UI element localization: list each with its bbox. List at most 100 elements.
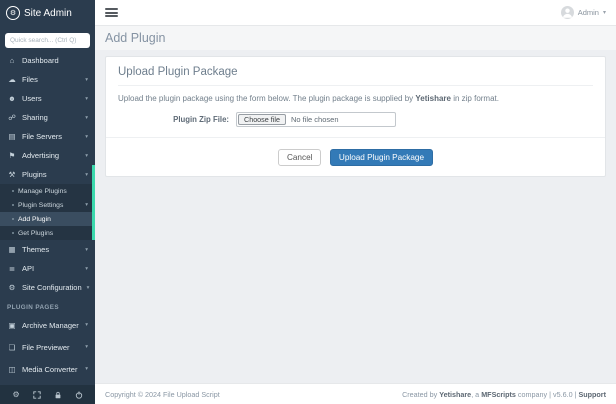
footer-divider: | <box>575 390 577 399</box>
chevron-down-icon: ▾ <box>85 344 88 350</box>
card-description: Upload the plugin package using the form… <box>118 94 593 103</box>
sidebar-item-media-converter[interactable]: ◫ Media Converter ▾ <box>0 358 95 380</box>
main-area: Admin ▾ Add Plugin Upload Plugin Package… <box>95 0 616 404</box>
image-icon: ▦ <box>7 245 17 254</box>
sidebar-item-files[interactable]: ☁ Files ▾ <box>0 70 95 89</box>
lock-button[interactable] <box>54 391 62 399</box>
file-icon: ❏ <box>7 343 17 352</box>
sidebar-item-advertising[interactable]: ⚑ Advertising ▾ <box>0 146 95 165</box>
bullet-icon <box>12 218 14 220</box>
cancel-button[interactable]: Cancel <box>278 149 322 166</box>
quick-search-input[interactable] <box>5 33 90 48</box>
sidebar-footer: ⚙ <box>0 385 95 404</box>
chevron-down-icon: ▾ <box>85 247 88 253</box>
sidebar-item-label: Themes <box>22 245 49 254</box>
footer-copyright: Copyright © 2024 File Upload Script <box>105 390 220 399</box>
cogs-icon: ⚙ <box>6 6 20 20</box>
sidebar-item-file-previewer[interactable]: ❏ File Previewer ▾ <box>0 336 95 358</box>
film-icon: ◫ <box>7 365 17 374</box>
user-name: Admin <box>578 8 599 17</box>
sidebar-item-label: Plugins <box>22 170 47 179</box>
chevron-down-icon: ▾ <box>85 115 88 121</box>
plugin-zip-file-input[interactable]: Choose file No file chosen <box>236 112 396 127</box>
plugin-pages-group: ▣ Archive Manager ▾ ❏ File Previewer ▾ ◫… <box>0 314 95 380</box>
settings-gear-button[interactable]: ⚙ <box>12 390 19 399</box>
sidebar-subitem-plugin-settings[interactable]: Plugin Settings ▾ <box>0 198 95 212</box>
caret-down-icon: ▾ <box>603 9 606 16</box>
power-button[interactable] <box>75 391 83 399</box>
sidebar-item-label: Dashboard <box>22 56 59 65</box>
quick-search <box>0 26 95 51</box>
menu-toggle-button[interactable] <box>105 6 118 18</box>
footer-divider: | <box>549 390 551 399</box>
expand-icon <box>33 391 41 399</box>
chevron-down-icon: ▾ <box>85 322 88 328</box>
sidebar-item-label: File Servers <box>22 132 62 141</box>
sidebar: ⚙ Site Admin ⌂ Dashboard ☁ Files ▾ ☻ Use… <box>0 0 95 404</box>
chevron-down-icon: ▾ <box>85 202 88 208</box>
sidebar-item-site-configuration[interactable]: ⚙ Site Configuration ▾ <box>0 278 95 297</box>
hamburger-icon <box>105 8 118 10</box>
power-icon <box>75 391 83 399</box>
cloud-icon: ☁ <box>7 75 17 84</box>
sidebar-item-label: Files <box>22 75 38 84</box>
sidebar-item-dashboard[interactable]: ⌂ Dashboard <box>0 51 95 70</box>
sidebar-subitem-get-plugins[interactable]: Get Plugins <box>0 226 95 240</box>
sidebar-subitem-add-plugin[interactable]: Add Plugin <box>0 212 95 226</box>
plugin-zip-form-row: Plugin Zip File: Choose file No file cho… <box>118 112 593 127</box>
page-title-band: Add Plugin <box>95 26 616 50</box>
form-actions: Cancel Upload Plugin Package <box>118 147 593 166</box>
plugins-submenu: Manage Plugins Plugin Settings ▾ Add Plu… <box>0 184 95 240</box>
sidebar-item-label: API <box>22 264 34 273</box>
tools-icon: ⚒ <box>7 170 17 179</box>
sidebar-item-label: Advertising <box>22 151 59 160</box>
version-text: v5.6.0 <box>553 390 573 399</box>
chevron-down-icon: ▾ <box>85 77 88 83</box>
choose-file-button[interactable]: Choose file <box>238 114 286 125</box>
mfscripts-link[interactable]: MFScripts <box>481 390 516 399</box>
chevron-down-icon: ▾ <box>85 172 88 178</box>
stack-icon: ≣ <box>7 264 17 273</box>
archive-icon: ▣ <box>7 321 17 330</box>
subitem-label: Get Plugins <box>18 230 53 237</box>
sidebar-item-label: Sharing <box>22 113 48 122</box>
footer-credits: Created by Yetishare, a MFScripts compan… <box>402 390 606 399</box>
megaphone-icon: ⚑ <box>7 151 17 160</box>
sidebar-item-plugins[interactable]: ⚒ Plugins ▾ <box>0 165 95 184</box>
user-menu[interactable]: Admin ▾ <box>561 6 606 19</box>
fullscreen-button[interactable] <box>33 391 41 399</box>
content: Upload Plugin Package Upload the plugin … <box>95 50 616 383</box>
home-icon: ⌂ <box>7 56 17 65</box>
chevron-down-icon: ▾ <box>85 266 88 272</box>
upload-plugin-card: Upload Plugin Package Upload the plugin … <box>105 56 606 177</box>
sidebar-item-label: Media Converter <box>22 365 77 374</box>
chevron-down-icon: ▾ <box>87 285 90 291</box>
gear-icon: ⚙ <box>12 390 19 399</box>
upload-plugin-button[interactable]: Upload Plugin Package <box>330 149 433 166</box>
support-link[interactable]: Support <box>578 390 606 399</box>
plugin-zip-label: Plugin Zip File: <box>118 115 236 124</box>
brand[interactable]: ⚙ Site Admin <box>0 0 95 26</box>
topbar: Admin ▾ <box>95 0 616 26</box>
sidebar-item-label: Archive Manager <box>22 321 79 330</box>
gear-icon: ⚙ <box>7 283 17 292</box>
yetishare-name: Yetishare <box>415 94 451 103</box>
sidebar-item-users[interactable]: ☻ Users ▾ <box>0 89 95 108</box>
page-title: Add Plugin <box>105 31 165 45</box>
sidebar-item-archive-manager[interactable]: ▣ Archive Manager ▾ <box>0 314 95 336</box>
chevron-down-icon: ▾ <box>85 366 88 372</box>
sidebar-item-api[interactable]: ≣ API ▾ <box>0 259 95 278</box>
share-icon: ☍ <box>7 113 17 122</box>
sidebar-item-file-servers[interactable]: ▤ File Servers ▾ <box>0 127 95 146</box>
sidebar-subitem-manage-plugins[interactable]: Manage Plugins <box>0 184 95 198</box>
subitem-label: Add Plugin <box>18 216 51 223</box>
footer: Copyright © 2024 File Upload Script Crea… <box>95 383 616 404</box>
yetishare-link[interactable]: Yetishare <box>439 390 471 399</box>
subitem-label: Plugin Settings <box>18 202 63 209</box>
bullet-icon <box>12 232 14 234</box>
sidebar-item-sharing[interactable]: ☍ Sharing ▾ <box>0 108 95 127</box>
chevron-down-icon: ▾ <box>85 96 88 102</box>
plugins-group: ⚒ Plugins ▾ Manage Plugins Plugin Settin… <box>0 165 95 240</box>
sidebar-item-themes[interactable]: ▦ Themes ▾ <box>0 240 95 259</box>
users-icon: ☻ <box>7 94 17 103</box>
